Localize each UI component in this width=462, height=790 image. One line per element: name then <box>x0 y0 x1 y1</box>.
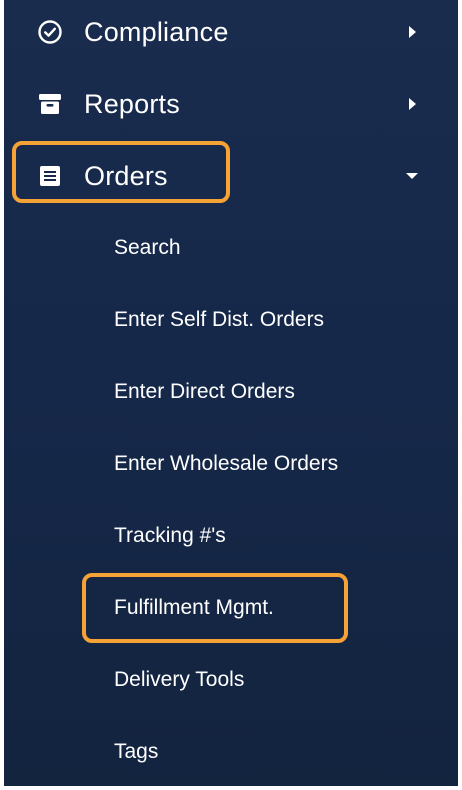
submenu-item-enter-direct-orders[interactable]: Enter Direct Orders <box>114 370 295 414</box>
submenu-item-fulfillment-mgmt[interactable]: Fulfillment Mgmt. <box>114 586 274 630</box>
chevron-right-icon <box>402 22 422 42</box>
submenu-item-enter-self-dist-orders[interactable]: Enter Self Dist. Orders <box>114 298 324 342</box>
sidebar-nav: Compliance Reports Orders Search Enter S… <box>4 0 458 786</box>
sidebar-item-compliance[interactable]: Compliance <box>4 2 458 62</box>
list-document-icon <box>34 160 66 192</box>
caret-down-icon <box>402 166 422 186</box>
archive-box-icon <box>34 88 66 120</box>
check-circle-icon <box>34 16 66 48</box>
chevron-right-icon <box>402 94 422 114</box>
submenu-item-tags[interactable]: Tags <box>114 730 158 774</box>
submenu-item-enter-wholesale-orders[interactable]: Enter Wholesale Orders <box>114 442 338 486</box>
screenshot-frame: Compliance Reports Orders Search Enter S… <box>0 0 462 790</box>
sidebar-item-reports[interactable]: Reports <box>4 74 458 134</box>
submenu-item-delivery-tools[interactable]: Delivery Tools <box>114 658 244 702</box>
sidebar-item-label: Reports <box>84 88 180 119</box>
submenu-item-search[interactable]: Search <box>114 226 181 270</box>
sidebar-item-label: Orders <box>84 160 168 191</box>
submenu-item-tracking-numbers[interactable]: Tracking #'s <box>114 514 226 558</box>
sidebar-item-orders[interactable]: Orders <box>4 146 458 206</box>
sidebar-item-label: Compliance <box>84 16 229 47</box>
